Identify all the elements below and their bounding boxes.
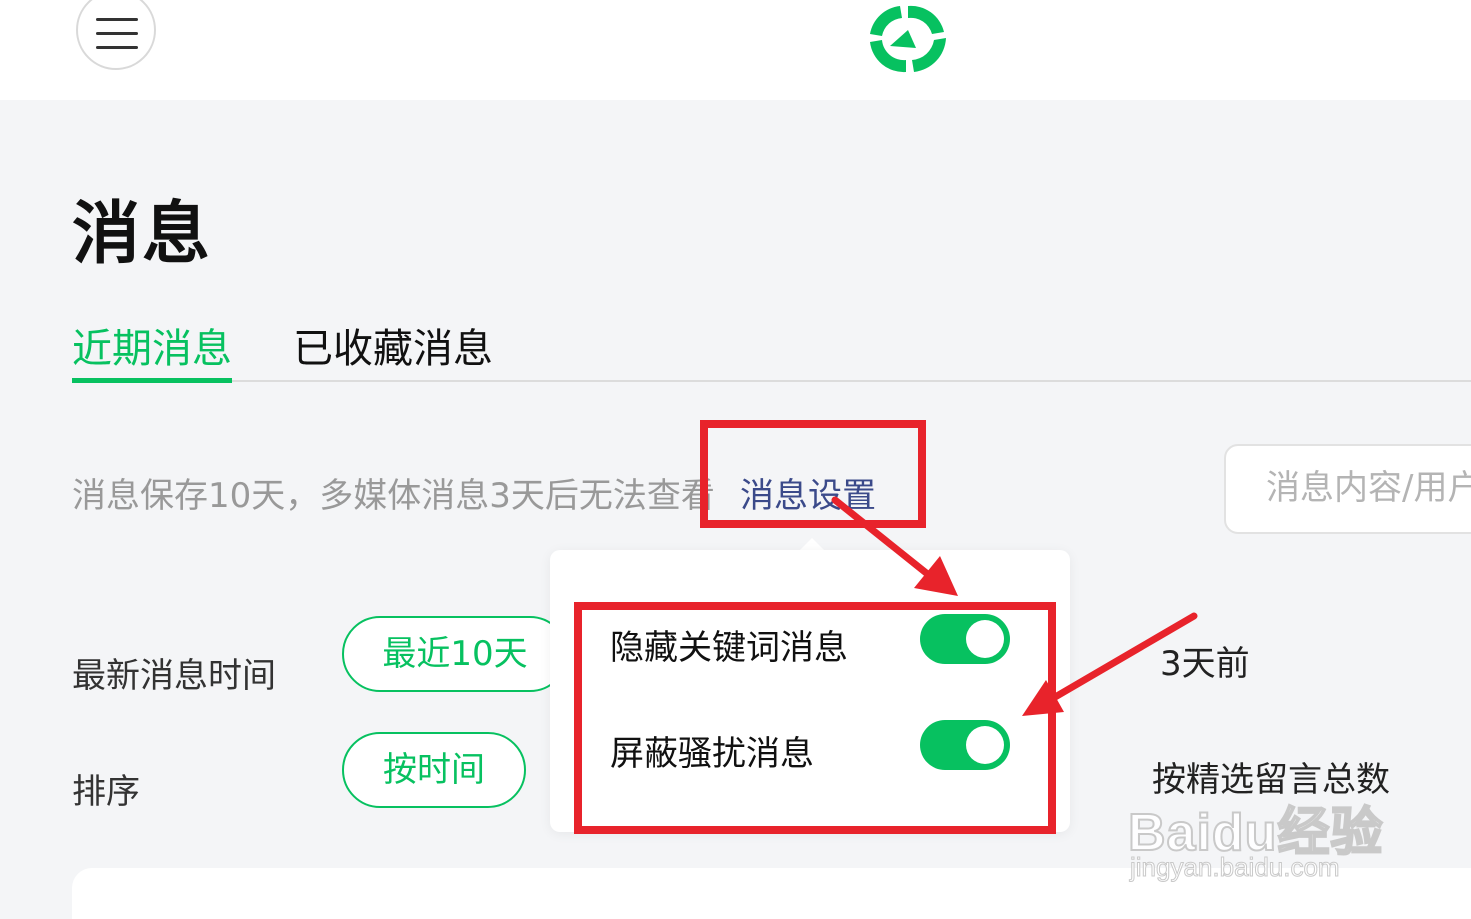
annotation-arrow-icon bbox=[1022, 612, 1198, 716]
annotation-arrow-icon bbox=[831, 496, 958, 596]
baidu-watermark-url: jingyan.baidu.com bbox=[1130, 852, 1341, 883]
annotation-arrows bbox=[831, 496, 1198, 716]
